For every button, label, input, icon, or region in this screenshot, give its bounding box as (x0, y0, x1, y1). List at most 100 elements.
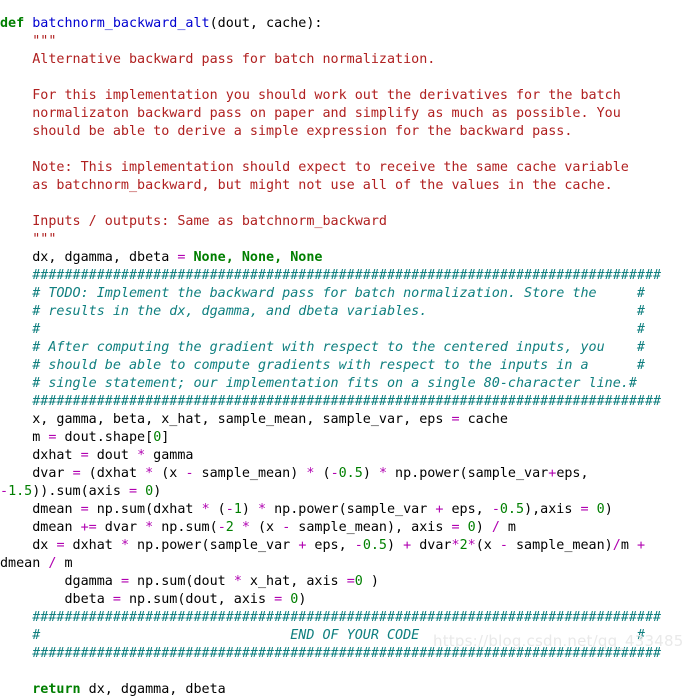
div-operator: / (48, 556, 57, 572)
code-text: m = dout.shape[0] (32, 430, 170, 446)
mult-operator: * (201, 502, 210, 518)
keyword-def: def (0, 16, 25, 32)
mult-operator: * (467, 538, 476, 554)
code-text: dgamma = np.sum(dout * x_hat, axis =0 ) (64, 574, 379, 590)
code-line-doc-5 (0, 141, 661, 159)
assign-operator: = (112, 592, 121, 608)
code-line-doc-7: as batchnorm_backward, but might not use… (0, 177, 661, 195)
number-literal: 0.5 (499, 502, 525, 518)
code-line-def: def batchnorm_backward_alt(dout, cache): (0, 15, 661, 33)
mult-operator: * (306, 466, 315, 482)
mult-operator: * (145, 520, 154, 536)
assign-operator: = (72, 466, 81, 482)
keyword-return: return (32, 682, 81, 698)
mult-operator: * (233, 574, 242, 590)
comment-text: # results in the dx, dgamma, and dbeta v… (32, 304, 645, 320)
docstring-text: For this implementation you should work … (32, 88, 621, 104)
code-line-todo-3: # After computing the gradient with resp… (0, 339, 661, 357)
comment-text: # should be able to compute gradients wi… (32, 358, 645, 374)
plus-operator: + (548, 466, 557, 482)
code-line-body-1: m = dout.shape[0] (0, 429, 661, 447)
number-literal: 0.5 (362, 538, 387, 554)
code-text: dx = dxhat * np.power(sample_var + eps, … (32, 538, 645, 554)
number-literal: 1.5 (8, 484, 33, 500)
assign-operator: = (80, 448, 89, 464)
code-text: dbeta = np.sum(dout, axis = 0) (64, 592, 307, 608)
code-line-body-0: x, gamma, beta, x_hat, sample_mean, samp… (0, 411, 661, 429)
code-line-doc-9: Inputs / outputs: Same as batchnorm_back… (0, 213, 661, 231)
number-literal: 0 (354, 574, 363, 590)
code-line-body-8-wrap: dmean / m (0, 555, 661, 573)
docstring-close-quotes: """ (32, 232, 57, 248)
assign-operator: = (48, 430, 57, 446)
code-text: x, gamma, beta, x_hat, sample_mean, samp… (32, 412, 508, 428)
minus-operator: - (217, 520, 226, 536)
code-line-hashrule-top: ########################################… (0, 267, 661, 285)
div-operator: / (491, 520, 500, 536)
plus-operator: + (403, 538, 412, 554)
minus-operator: - (185, 466, 194, 482)
code-text: dvar = (dxhat * (x - sample_mean) * (-0.… (32, 466, 589, 482)
code-line-doc-8 (0, 195, 661, 213)
number-literal: 1 (233, 502, 242, 518)
docstring-text: should be able to derive a simple expres… (32, 124, 573, 140)
plus-operator: + (435, 502, 444, 518)
docstring-text: as batchnorm_backward, but might not use… (32, 178, 613, 194)
number-literal: 2 (225, 520, 234, 536)
code-line-docstring-close: """ (0, 231, 661, 249)
div-operator: / (612, 538, 621, 554)
mult-operator: * (451, 538, 460, 554)
number-literal: 0 (596, 502, 605, 518)
code-line-hashrule-end-top: ########################################… (0, 609, 661, 627)
assign-operator: = (274, 592, 283, 608)
code-line-doc-1 (0, 69, 661, 87)
code-line-init: dx, dgamma, dbeta = None, None, None (0, 249, 661, 267)
comment-rule: ########################################… (32, 394, 662, 410)
comment-rule: ########################################… (32, 268, 662, 284)
minus-operator: - (282, 520, 291, 536)
code-line-return: return dx, dgamma, dbeta (0, 681, 661, 699)
number-literal: 0 (153, 430, 162, 446)
assign-operator: = (346, 574, 355, 590)
comment-text: # TODO: Implement the backward pass for … (32, 286, 645, 302)
code-line-doc-0: Alternative backward pass for batch norm… (0, 51, 661, 69)
mult-operator: * (241, 520, 250, 536)
mult-operator: * (145, 466, 154, 482)
docstring-open-quotes: """ (32, 34, 57, 50)
code-line-doc-3: normalizaton backward pass on paper and … (0, 105, 661, 123)
number-literal: 0.5 (338, 466, 363, 482)
function-params: (dout, cache): (209, 16, 323, 32)
code-line-body-10: dbeta = np.sum(dout, axis = 0) (0, 591, 661, 609)
assign-operator: = (451, 520, 460, 536)
mult-operator: * (120, 538, 129, 554)
number-literal: 0 (290, 592, 299, 608)
assign-operator: = (451, 412, 460, 428)
python-source-code[interactable]: def batchnorm_backward_alt(dout, cache):… (0, 13, 661, 699)
code-line-todo-1: # results in the dx, dgamma, and dbeta v… (0, 303, 661, 321)
number-literal: 0 (145, 484, 154, 500)
function-name: batchnorm_backward_alt (32, 16, 210, 32)
code-line-body-7: dx = dxhat * np.power(sample_var + eps, … (0, 537, 661, 555)
code-text: dxhat = dout * gamma (32, 448, 194, 464)
code-text: dmean = np.sum(dxhat * (-1) * np.power(s… (32, 502, 613, 518)
mult-operator: * (378, 466, 387, 482)
